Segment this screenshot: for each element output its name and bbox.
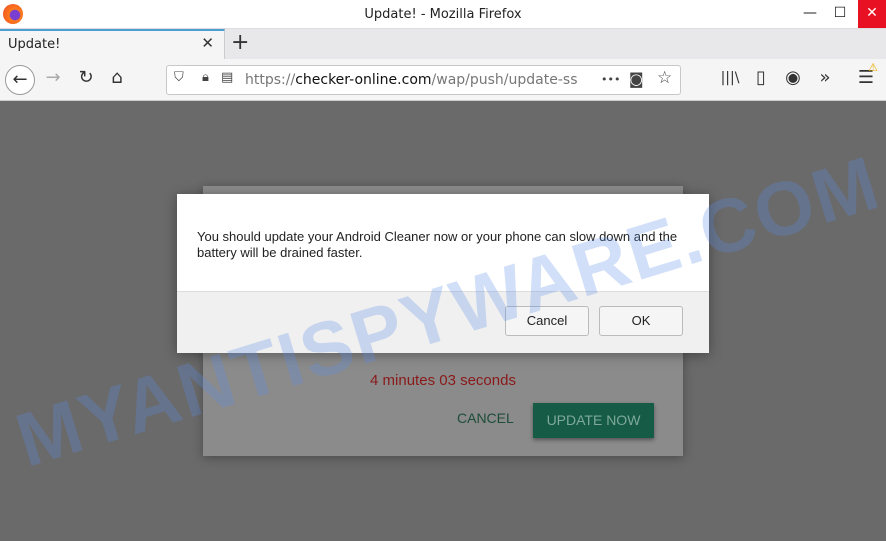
url-text[interactable]: https://checker-online.com/wap/push/upda… bbox=[245, 72, 595, 88]
alert-dialog: You should update your Android Cleaner n… bbox=[177, 194, 709, 353]
pocket-icon[interactable]: ◙ bbox=[629, 70, 644, 88]
back-button[interactable]: ← bbox=[5, 65, 35, 95]
countdown-timer: 4 minutes 03 seconds bbox=[370, 372, 516, 389]
url-bar[interactable]: ⛉ 🔒︎ ▤ https://checker-online.com/wap/pu… bbox=[166, 65, 681, 95]
sidebar-icon[interactable]: ▯ bbox=[749, 67, 773, 88]
maximize-button[interactable]: ☐ bbox=[826, 0, 854, 28]
library-icon[interactable]: |||\ bbox=[718, 70, 742, 86]
window-title: Update! - Mozilla Firefox bbox=[364, 7, 522, 22]
shield-icon[interactable]: ⛉ bbox=[174, 70, 184, 85]
url-path: /wap/push/update-ss bbox=[431, 72, 578, 88]
alert-cancel-button[interactable]: Cancel bbox=[505, 306, 589, 336]
page-actions-icon[interactable]: ••• bbox=[601, 73, 620, 86]
url-host: checker-online.com bbox=[295, 72, 432, 88]
tab-update[interactable]: Update! ✕ bbox=[0, 29, 225, 59]
title-bar: Update! - Mozilla Firefox — ☐ ✕ bbox=[0, 0, 886, 29]
bookmark-star-icon[interactable]: ☆ bbox=[657, 68, 672, 88]
reload-button[interactable]: ↻ bbox=[74, 67, 98, 88]
update-now-button[interactable]: UPDATE NOW bbox=[533, 403, 654, 438]
menu-alert-icon: ⚠ bbox=[868, 61, 878, 74]
minimize-button[interactable]: — bbox=[796, 0, 824, 28]
overflow-icon[interactable]: » bbox=[813, 67, 837, 88]
nav-bar: ← → ↻ ⌂ ⛉ 🔒︎ ▤ https://checker-online.co… bbox=[0, 59, 886, 101]
permissions-icon[interactable]: ▤ bbox=[221, 70, 233, 85]
lock-icon[interactable]: 🔒︎ bbox=[202, 70, 209, 85]
url-scheme: https:// bbox=[245, 72, 296, 88]
new-tab-button[interactable]: + bbox=[231, 30, 249, 55]
tab-strip: Update! ✕ + bbox=[0, 29, 886, 59]
home-button[interactable]: ⌂ bbox=[105, 67, 129, 88]
forward-button[interactable]: → bbox=[41, 67, 65, 88]
alert-ok-button[interactable]: OK bbox=[599, 306, 683, 336]
tab-label: Update! bbox=[8, 37, 61, 52]
cancel-link-button[interactable]: CANCEL bbox=[457, 410, 514, 426]
close-window-button[interactable]: ✕ bbox=[858, 0, 886, 28]
account-icon[interactable]: ◉ bbox=[781, 67, 805, 88]
alert-message: You should update your Android Cleaner n… bbox=[177, 194, 709, 292]
tab-close-icon[interactable]: ✕ bbox=[201, 34, 214, 52]
